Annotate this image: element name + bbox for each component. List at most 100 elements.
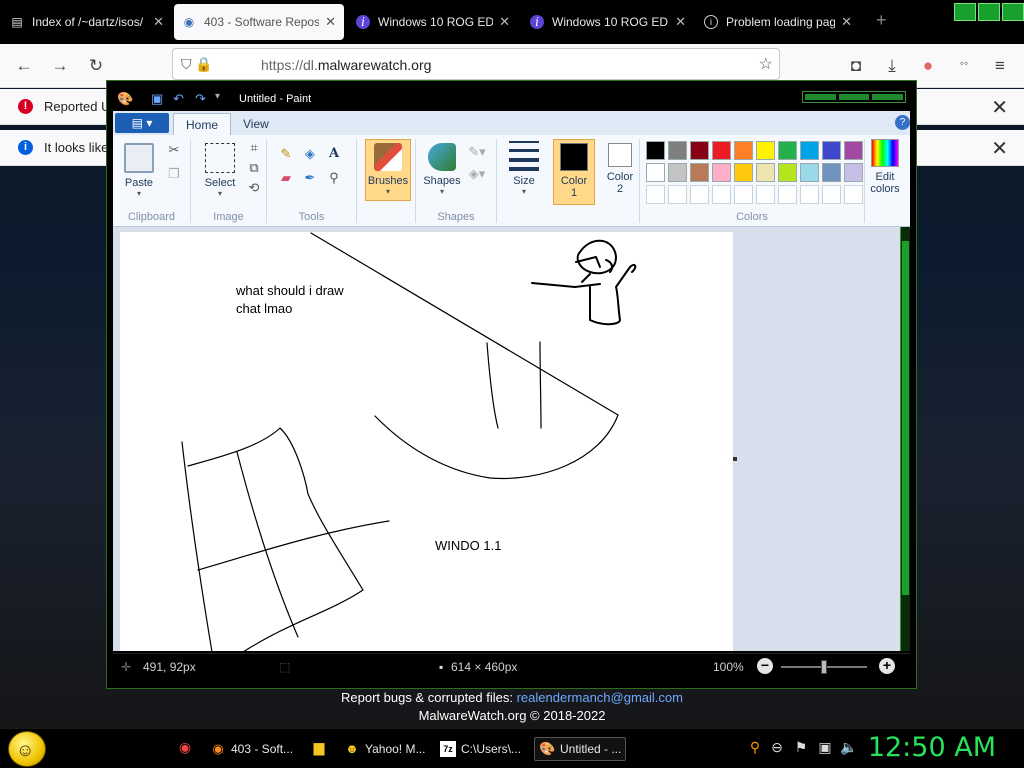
palette-swatch[interactable] [800, 185, 819, 204]
palette-swatch[interactable] [778, 141, 797, 160]
tab-windows-10-rog-edit-2[interactable]: i Windows 10 ROG EDIT ✕ [522, 4, 694, 40]
account-icon[interactable]: ● [918, 56, 938, 76]
pocket-icon[interactable]: ◘ [846, 56, 866, 76]
zoom-out-button[interactable]: − [757, 658, 773, 674]
paint-close-button[interactable] [872, 94, 904, 100]
palette-swatch[interactable] [734, 185, 753, 204]
flag-icon[interactable]: ⚑ [792, 739, 810, 756]
tab-problem-loading-page[interactable]: i Problem loading page ✕ [696, 4, 860, 40]
palette-swatch[interactable] [800, 163, 819, 182]
volume-icon[interactable]: 🔈 [840, 739, 858, 756]
palette-swatch[interactable] [756, 141, 775, 160]
text-icon[interactable]: A [325, 145, 343, 163]
reload-icon[interactable]: ↻ [86, 56, 106, 76]
shapes-button[interactable]: Shapes ▾ [422, 143, 462, 196]
extension-icon[interactable]: ◦◦ [954, 56, 974, 70]
palette-swatch[interactable] [844, 141, 863, 160]
customize-quick-access-icon[interactable]: ▾ [215, 91, 220, 102]
zoom-slider-knob[interactable] [821, 660, 827, 674]
palette-swatch[interactable] [844, 185, 863, 204]
palette-swatch[interactable] [646, 141, 665, 160]
palette-swatch[interactable] [712, 163, 731, 182]
start-button[interactable]: ☺ [8, 731, 46, 767]
fill-icon[interactable]: ◈ [301, 145, 319, 163]
rotate-icon[interactable]: ⟲ [245, 179, 263, 197]
downloads-icon[interactable]: ⤓ [882, 56, 902, 76]
palette-swatch[interactable] [668, 185, 687, 204]
back-icon[interactable]: ← [14, 56, 34, 76]
zoom-in-button[interactable]: + [879, 658, 895, 674]
redo-icon[interactable]: ↷ [195, 91, 206, 107]
crop-icon[interactable]: ⌗ [245, 139, 263, 157]
close-icon[interactable]: ✕ [991, 95, 1008, 120]
search-icon[interactable]: ⚲ [746, 739, 764, 756]
size-button[interactable]: Size ▾ [503, 141, 545, 196]
color1-button[interactable]: Color 1 [553, 139, 595, 205]
eraser-icon[interactable]: ▰ [277, 169, 295, 187]
outline-icon[interactable]: ✎▾ [468, 143, 486, 161]
palette-swatch[interactable] [668, 163, 687, 182]
paint-title-bar[interactable]: 🎨 ▣ ↶ ↷ ▾ Untitled - Paint [107, 81, 916, 111]
close-tab-icon[interactable]: ✕ [499, 14, 510, 30]
maximize-button[interactable] [978, 3, 1000, 21]
palette-swatch[interactable] [822, 163, 841, 182]
tab-view[interactable]: View [231, 113, 281, 135]
palette-swatch[interactable] [690, 163, 709, 182]
window-controls[interactable] [954, 3, 1024, 21]
palette-swatch[interactable] [690, 141, 709, 160]
vertical-scrollbar[interactable] [900, 227, 910, 651]
select-button[interactable]: Select ▾ [199, 143, 241, 198]
taskbar-item-paint[interactable]: 🎨 Untitled - ... [534, 737, 627, 761]
clock[interactable]: 12:50 AM [868, 732, 996, 763]
color2-button[interactable]: Color 2 [599, 143, 641, 195]
palette-swatch[interactable] [646, 163, 665, 182]
paste-button[interactable]: Paste ▾ [119, 143, 159, 198]
help-icon[interactable]: ? [895, 115, 910, 130]
menu-icon[interactable]: ≡ [990, 56, 1010, 76]
close-tab-icon[interactable]: ✕ [841, 14, 852, 30]
palette-swatch[interactable] [822, 141, 841, 160]
tab-index-of-isos[interactable]: ▤ Index of /~dartz/isos/ ✕ [2, 4, 172, 40]
palette-swatch[interactable] [734, 141, 753, 160]
minus-icon[interactable]: ⊖ [768, 739, 786, 756]
zoom-slider[interactable] [781, 660, 867, 674]
minimize-button[interactable] [954, 3, 976, 21]
close-tab-icon[interactable]: ✕ [675, 14, 686, 30]
taskbar-item-yahoo[interactable]: ☻ Yahoo! M... [344, 737, 425, 761]
palette-swatch[interactable] [756, 185, 775, 204]
palette-swatch[interactable] [734, 163, 753, 182]
forward-icon[interactable]: → [50, 56, 70, 76]
pencil-icon[interactable]: ✎ [277, 145, 295, 163]
palette-swatch[interactable] [800, 141, 819, 160]
footer-email-link[interactable]: realendermanch@gmail.com [517, 690, 683, 705]
palette-swatch[interactable] [756, 163, 775, 182]
close-button[interactable] [1002, 3, 1024, 21]
taskbar-item-firefox[interactable]: ◉ 403 - Soft... [210, 737, 293, 761]
canvas-resize-handle[interactable] [733, 457, 737, 461]
new-tab-icon[interactable]: + [876, 10, 887, 31]
drawing-canvas[interactable]: what should i draw chat lmao WINDO 1.1 [120, 232, 733, 651]
scrollbar-thumb[interactable] [902, 241, 909, 595]
tab-home[interactable]: Home [173, 113, 232, 135]
palette-swatch[interactable] [668, 141, 687, 160]
chrome-icon[interactable]: ◉ [176, 739, 194, 756]
close-icon[interactable]: ✕ [991, 136, 1008, 161]
paint-minimize-button[interactable] [805, 94, 836, 100]
brushes-button[interactable]: Brushes ▾ [365, 139, 411, 201]
magnifier-icon[interactable]: ⚲ [325, 169, 343, 187]
file-menu-button[interactable]: ▤ ▾ [115, 113, 169, 133]
resize-icon[interactable]: ⧉ [245, 159, 263, 177]
copy-icon[interactable]: ❐ [165, 165, 183, 183]
palette-swatch[interactable] [844, 163, 863, 182]
palette-swatch[interactable] [712, 141, 731, 160]
palette-swatch[interactable] [822, 185, 841, 204]
network-icon[interactable]: ▣ [816, 739, 834, 756]
close-tab-icon[interactable]: ✕ [153, 14, 164, 30]
shield-icon[interactable]: ⛉ 🔒 [181, 56, 213, 73]
palette-swatch[interactable] [690, 185, 709, 204]
folder-icon[interactable]: ▆ [310, 739, 328, 756]
tab-windows-10-rog-edit-1[interactable]: i Windows 10 ROG EDIT ✕ [348, 4, 518, 40]
paint-window-controls[interactable] [802, 91, 906, 103]
tab-403-software-repository[interactable]: ◉ 403 - Software Reposi ✕ [174, 4, 344, 40]
save-icon[interactable]: ▣ [151, 91, 163, 107]
